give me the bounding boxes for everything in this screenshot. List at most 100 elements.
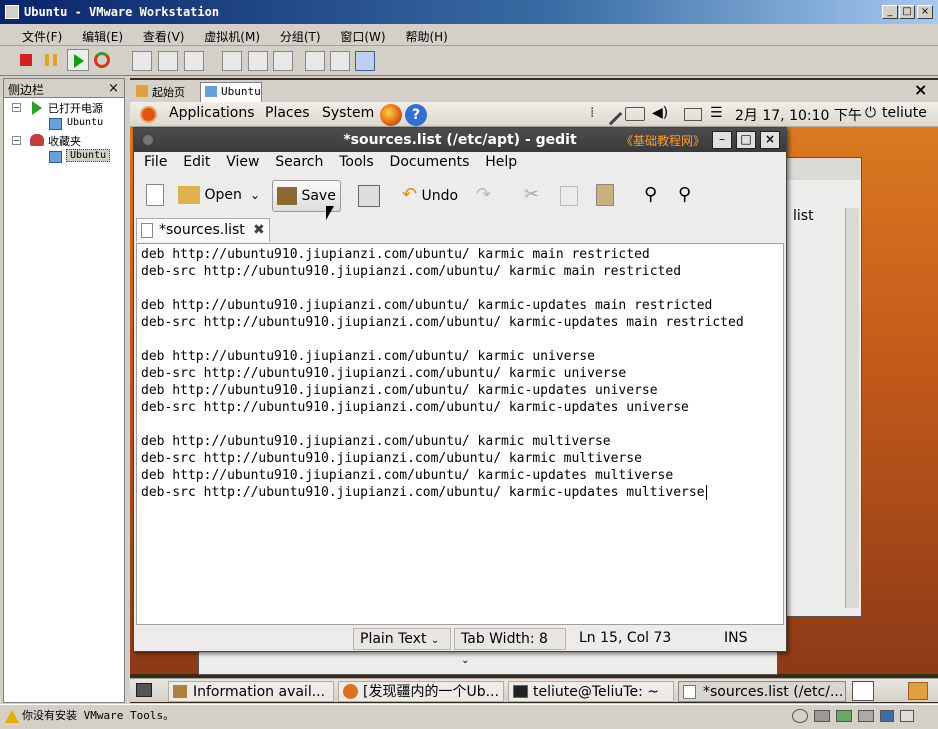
replace-icon[interactable]: ⚲ xyxy=(678,184,691,205)
new-document-icon[interactable] xyxy=(146,184,164,206)
editor-line[interactable]: deb http://ubuntu910.jiupianzi.com/ubunt… xyxy=(141,467,779,484)
summary-view-icon[interactable] xyxy=(330,51,350,71)
usb-icon[interactable] xyxy=(858,710,874,722)
network-adapter-icon[interactable] xyxy=(836,710,852,722)
show-desktop-icon[interactable] xyxy=(136,683,152,697)
snapshot-manager-icon[interactable] xyxy=(184,51,204,71)
gedit-menu-view[interactable]: View xyxy=(220,154,265,170)
close-button[interactable]: × xyxy=(917,5,933,19)
snapshot-icon[interactable] xyxy=(132,51,152,71)
sidebar-group-powered-on[interactable]: 已打开电源 xyxy=(48,100,103,116)
print-icon[interactable] xyxy=(358,185,380,207)
task-information[interactable]: Information avail... xyxy=(168,681,334,702)
gedit-menu-tools[interactable]: Tools xyxy=(333,154,380,170)
undo-button[interactable]: ↶ Undo xyxy=(402,180,458,210)
network-icon[interactable] xyxy=(599,102,623,126)
power-on-button[interactable] xyxy=(67,49,89,71)
task-gedit[interactable]: *sources.list (/etc/... xyxy=(678,681,846,702)
paste-icon[interactable] xyxy=(596,184,614,206)
volume-icon[interactable]: ◀) xyxy=(652,105,668,121)
menu-applications[interactable]: Applications xyxy=(169,105,255,121)
tools-warning-text[interactable]: 你没有安装 VMware Tools。 xyxy=(22,709,174,722)
appliance-view-icon[interactable] xyxy=(355,51,375,71)
revert-snapshot-icon[interactable] xyxy=(158,51,178,71)
cut-icon[interactable]: ✂ xyxy=(524,184,539,205)
scrollbar[interactable] xyxy=(845,208,859,608)
editor-line[interactable]: deb-src http://ubuntu910.jiupianzi.com/u… xyxy=(141,263,779,280)
console-view-icon[interactable] xyxy=(305,51,325,71)
editor-line[interactable]: deb-src http://ubuntu910.jiupianzi.com/u… xyxy=(141,314,779,331)
sidebar-toggle-icon[interactable] xyxy=(222,51,242,71)
chevron-down-icon[interactable]: ⌄ xyxy=(250,188,260,202)
sound-icon[interactable] xyxy=(880,710,894,722)
gedit-maximize-button[interactable]: □ xyxy=(736,131,756,149)
cdrom-icon[interactable] xyxy=(814,710,830,722)
tab-home[interactable]: 起始页 xyxy=(132,82,196,102)
editor-line[interactable]: deb http://ubuntu910.jiupianzi.com/ubunt… xyxy=(141,246,779,263)
editor-line[interactable]: deb http://ubuntu910.jiupianzi.com/ubunt… xyxy=(141,348,779,365)
tab-ubuntu[interactable]: Ubuntu xyxy=(200,82,262,102)
help-icon[interactable]: ? xyxy=(405,104,427,126)
collapse-icon[interactable]: − xyxy=(12,136,21,145)
quick-switch-icon[interactable] xyxy=(273,51,293,71)
minimize-button[interactable]: _ xyxy=(882,5,898,19)
sidebar-item-ubuntu-selected[interactable]: Ubuntu xyxy=(66,149,111,162)
tab-width-selector[interactable]: Tab Width: 8 ⌄ xyxy=(454,628,566,666)
task-firefox[interactable]: [发现疆内的一个Ub... xyxy=(338,681,504,702)
task-terminal[interactable]: teliute@TeliuTe: ~ xyxy=(508,681,674,702)
gedit-close-button[interactable]: × xyxy=(760,131,780,149)
gedit-menu-file[interactable]: File xyxy=(138,154,173,170)
editor-line[interactable]: deb http://ubuntu910.jiupianzi.com/ubunt… xyxy=(141,297,779,314)
display-icon[interactable] xyxy=(625,107,645,121)
editor-line[interactable]: deb-src http://ubuntu910.jiupianzi.com/u… xyxy=(141,365,779,382)
collapse-icon[interactable]: − xyxy=(12,103,21,112)
sidebar-close-icon[interactable]: × xyxy=(108,81,119,96)
message-icon[interactable] xyxy=(900,710,914,722)
gedit-menu-help[interactable]: Help xyxy=(479,154,523,170)
harddisk-icon[interactable] xyxy=(792,709,808,723)
document-icon xyxy=(141,223,153,238)
text-editor[interactable]: deb http://ubuntu910.jiupianzi.com/ubunt… xyxy=(136,243,784,625)
gedit-minimize-button[interactable]: – xyxy=(712,131,732,149)
user-name[interactable]: teliute xyxy=(882,105,927,121)
tab-close-icon[interactable]: × xyxy=(914,80,927,99)
clock[interactable]: 2月 17, 10:10 下午 xyxy=(735,105,862,125)
editor-line[interactable]: deb-src http://ubuntu910.jiupianzi.com/u… xyxy=(141,399,779,416)
gedit-menu-documents[interactable]: Documents xyxy=(384,154,476,170)
trash-icon[interactable] xyxy=(908,682,928,700)
sidebar-header: 侧边栏 xyxy=(4,79,124,98)
copy-icon[interactable] xyxy=(560,186,578,206)
power-icon[interactable]: ⏻ xyxy=(865,105,876,121)
menu-icon[interactable]: ☰ xyxy=(710,105,723,121)
menu-system[interactable]: System xyxy=(322,105,374,121)
editor-line[interactable] xyxy=(141,416,779,433)
editor-line[interactable]: deb-src http://ubuntu910.jiupianzi.com/u… xyxy=(141,450,779,467)
suspend-icon[interactable] xyxy=(45,54,57,66)
document-tab[interactable]: *sources.list ✖ xyxy=(136,218,270,242)
firefox-icon[interactable] xyxy=(380,104,402,126)
menu-places[interactable]: Places xyxy=(265,105,310,121)
maximize-button[interactable]: □ xyxy=(899,5,915,19)
editor-line[interactable]: deb http://ubuntu910.jiupianzi.com/ubunt… xyxy=(141,433,779,450)
workspace-switcher[interactable] xyxy=(852,681,874,701)
language-selector[interactable]: Plain Text ⌄ xyxy=(353,628,451,650)
mail-icon[interactable] xyxy=(684,108,702,121)
editor-line[interactable] xyxy=(141,331,779,348)
editor-line[interactable]: deb-src http://ubuntu910.jiupianzi.com/u… xyxy=(141,484,779,501)
gedit-menu-search[interactable]: Search xyxy=(269,154,329,170)
search-icon[interactable]: ⚲ xyxy=(644,184,657,205)
gedit-menu-edit[interactable]: Edit xyxy=(177,154,216,170)
editor-line[interactable] xyxy=(141,280,779,297)
sidebar-group-favorites[interactable]: 收藏夹 xyxy=(48,133,81,149)
window-menu-icon[interactable] xyxy=(143,135,153,145)
redo-icon[interactable]: ↷ xyxy=(476,184,491,205)
power-off-icon[interactable] xyxy=(20,54,32,66)
vm-icon xyxy=(49,151,62,163)
open-button[interactable]: Open xyxy=(178,180,242,210)
editor-line[interactable]: deb http://ubuntu910.jiupianzi.com/ubunt… xyxy=(141,382,779,399)
sidebar-item-ubuntu[interactable]: Ubuntu xyxy=(67,117,103,128)
reset-icon[interactable] xyxy=(94,52,110,68)
favorites-icon xyxy=(30,134,44,146)
tab-close-icon[interactable]: ✖ xyxy=(253,219,265,241)
fullscreen-icon[interactable] xyxy=(248,51,268,71)
